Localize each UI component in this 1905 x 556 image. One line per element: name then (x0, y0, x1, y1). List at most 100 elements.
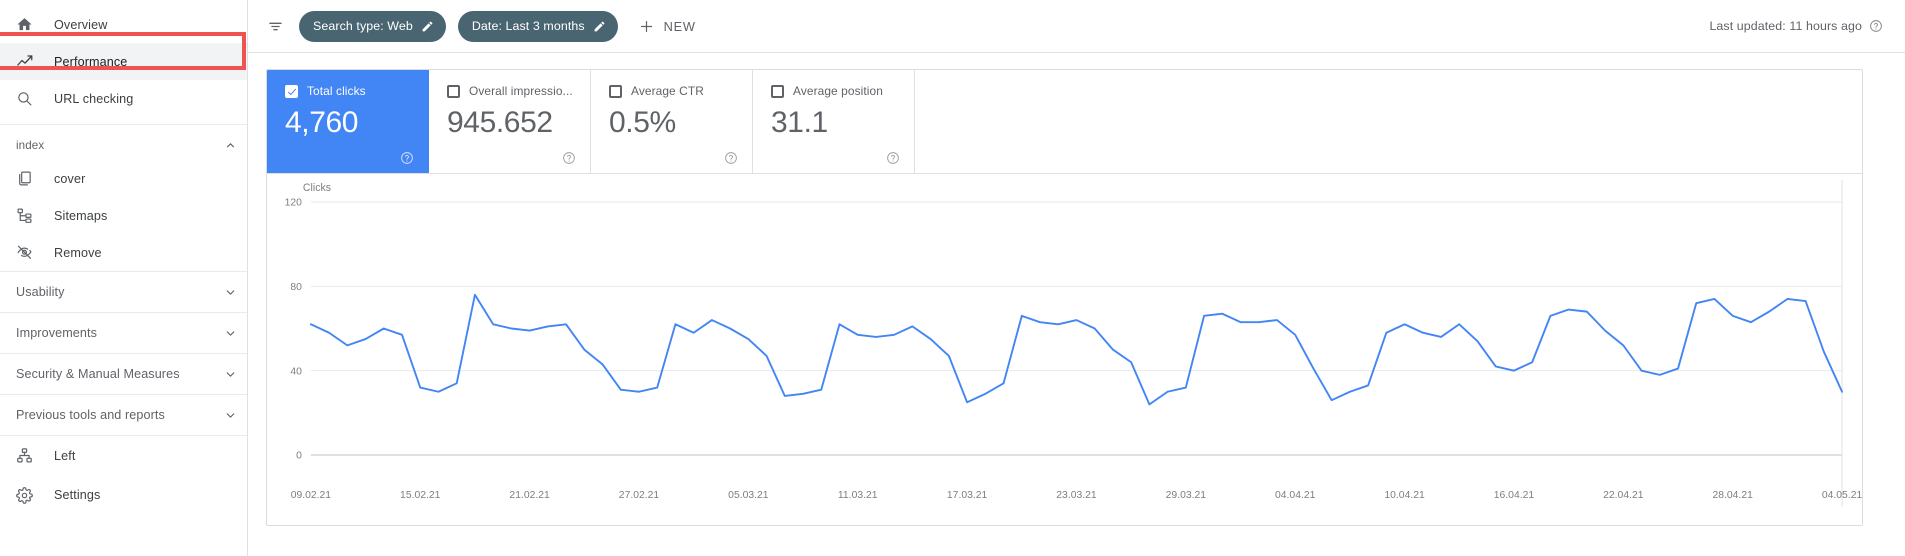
sidebar-item-label: Overview (54, 17, 108, 32)
chevron-down-icon[interactable] (213, 327, 247, 340)
add-new-filter-label: NEW (663, 18, 696, 34)
x-tick-label: 23.03.21 (1056, 490, 1097, 501)
sidebar-item-settings[interactable]: Settings (0, 475, 247, 515)
metric-checkbox[interactable] (609, 84, 622, 98)
main-content: Search type: Web Date: Last 3 months NEW (248, 0, 1905, 556)
clicks-chart[interactable]: Clicks 0 40 80 120 09.02.21 15.02.21 21.02.21 27… (267, 174, 1862, 525)
help-circle-icon[interactable] (400, 151, 414, 165)
x-tick-label: 21.02.21 (509, 490, 550, 501)
metric-label: Average CTR (631, 84, 704, 98)
sidebar-item-left[interactable]: Left (0, 435, 247, 475)
metric-card-average-position[interactable]: Average position 31.1 (753, 70, 915, 173)
x-tick-label: 17.03.21 (947, 490, 988, 501)
help-circle-icon[interactable] (724, 151, 738, 165)
sidebar-item-label: URL checking (54, 91, 134, 106)
y-tick-label: 40 (290, 366, 302, 377)
metric-value: 0.5% (609, 106, 676, 139)
sidebar-group-label: Usability (16, 285, 65, 299)
metric-checkbox[interactable] (771, 84, 784, 98)
sitemap-icon (16, 207, 42, 224)
x-tick-label: 28.04.21 (1713, 490, 1754, 501)
sidebar-item-url-checking[interactable]: URL checking (0, 80, 247, 117)
add-new-filter-button[interactable]: NEW (634, 11, 704, 42)
chevron-down-icon[interactable] (213, 409, 247, 422)
help-circle-icon[interactable] (1869, 19, 1883, 33)
metric-card-average-ctr[interactable]: Average CTR 0.5% (591, 70, 753, 173)
chip-date-range-label: Date: Last 3 months (471, 19, 585, 33)
sidebar: Overview Performance URL checking index co… (0, 0, 248, 556)
x-tick-label: 22.04.21 (1603, 490, 1644, 501)
sidebar-item-label: cover (54, 171, 86, 186)
sidebar-item-remove[interactable]: Remove (0, 234, 247, 271)
last-updated-text: Last updated: 11 hours ago (1709, 19, 1862, 33)
help-circle-icon[interactable] (562, 151, 576, 165)
y-tick-label: 80 (290, 282, 302, 293)
pencil-icon[interactable] (421, 20, 434, 33)
metric-header: Total clicks (285, 84, 428, 98)
x-tick-label: 10.04.21 (1384, 490, 1425, 501)
x-tick-label: 27.02.21 (619, 490, 660, 501)
primary-nav: Overview Performance URL checking (0, 6, 247, 117)
metric-checkbox[interactable] (447, 84, 460, 98)
sidebar-item-cover[interactable]: cover (0, 160, 247, 197)
sidebar-item-label: Settings (54, 488, 101, 502)
y-tick-label: 0 (296, 451, 302, 462)
metric-card-overall-impressio[interactable]: Overall impressio... 945.652 (429, 70, 591, 173)
x-tick-label: 04.05.21 (1822, 490, 1862, 501)
chevron-down-icon[interactable] (213, 286, 247, 299)
hierarchy-icon (16, 447, 42, 464)
sidebar-group-improvements[interactable]: Improvements (0, 312, 247, 353)
sidebar-group-label: Improvements (16, 326, 97, 340)
sidebar-item-performance[interactable]: Performance (0, 43, 247, 80)
metric-header: Average position (771, 84, 914, 98)
chip-search-type[interactable]: Search type: Web (299, 10, 446, 42)
sidebar-group-label: Security & Manual Measures (16, 367, 180, 381)
x-tick-label: 04.04.21 (1275, 490, 1316, 501)
plus-icon (638, 18, 655, 35)
chip-search-type-label: Search type: Web (313, 19, 413, 33)
metric-value: 4,760 (285, 106, 359, 139)
sidebar-group-usability[interactable]: Usability (0, 271, 247, 312)
clicks-line-chart-svg: Clicks 0 40 80 120 09.02.21 15.02.21 21.02.21 27… (285, 180, 1862, 507)
metric-card-total-clicks[interactable]: Total clicks 4,760 (267, 70, 429, 173)
home-icon (16, 16, 42, 33)
metric-checkbox[interactable] (285, 84, 298, 98)
y-axis-title: Clicks (303, 182, 331, 194)
metric-header: Overall impressio... (447, 84, 590, 98)
performance-panel: Total clicks 4,760 Overall impressio... 945… (266, 69, 1863, 526)
help-circle-icon[interactable] (886, 151, 900, 165)
sidebar-item-sitemaps[interactable]: Sitemaps (0, 197, 247, 234)
pages-icon (16, 170, 42, 187)
bottom-nav: Left Settings (0, 435, 247, 515)
sidebar-group-previous-tools-and-reports[interactable]: Previous tools and reports (0, 394, 247, 435)
pencil-icon[interactable] (593, 20, 606, 33)
chip-date-range[interactable]: Date: Last 3 months (457, 10, 618, 42)
metric-value: 31.1 (771, 106, 828, 139)
metric-label: Total clicks (307, 84, 366, 98)
metric-label: Overall impressio... (469, 84, 573, 98)
metric-value: 945.652 (447, 106, 553, 139)
y-tick-label: 120 (285, 198, 303, 209)
gear-icon (16, 486, 42, 504)
index-section-label: index (16, 139, 45, 152)
sidebar-group-label: Previous tools and reports (16, 408, 165, 422)
x-tick-label: 11.03.21 (838, 490, 878, 501)
filter-icon[interactable] (266, 17, 285, 36)
collapsible-groups: Usability Improvements Security & Manual M… (0, 271, 247, 435)
metric-label: Average position (793, 84, 883, 98)
x-tick-label: 05.03.21 (728, 490, 769, 501)
clicks-series-line (309, 293, 1844, 406)
metric-header: Average CTR (609, 84, 752, 98)
chevron-down-icon[interactable] (213, 368, 247, 381)
sidebar-item-overview[interactable]: Overview (0, 6, 247, 43)
toolbar: Search type: Web Date: Last 3 months NEW (248, 0, 1905, 53)
trending-up-icon (16, 53, 42, 71)
x-tick-label: 29.03.21 (1166, 490, 1207, 501)
sidebar-item-label: Performance (54, 54, 128, 69)
index-section-header[interactable]: index (0, 125, 247, 160)
chevron-up-icon[interactable] (213, 139, 247, 152)
search-console-app: Overview Performance URL checking index co… (0, 0, 1905, 556)
x-tick-label: 16.04.21 (1494, 490, 1535, 501)
sidebar-group-security-manual-measures[interactable]: Security & Manual Measures (0, 353, 247, 394)
index-nav: cover Sitemaps Remove (0, 160, 247, 271)
